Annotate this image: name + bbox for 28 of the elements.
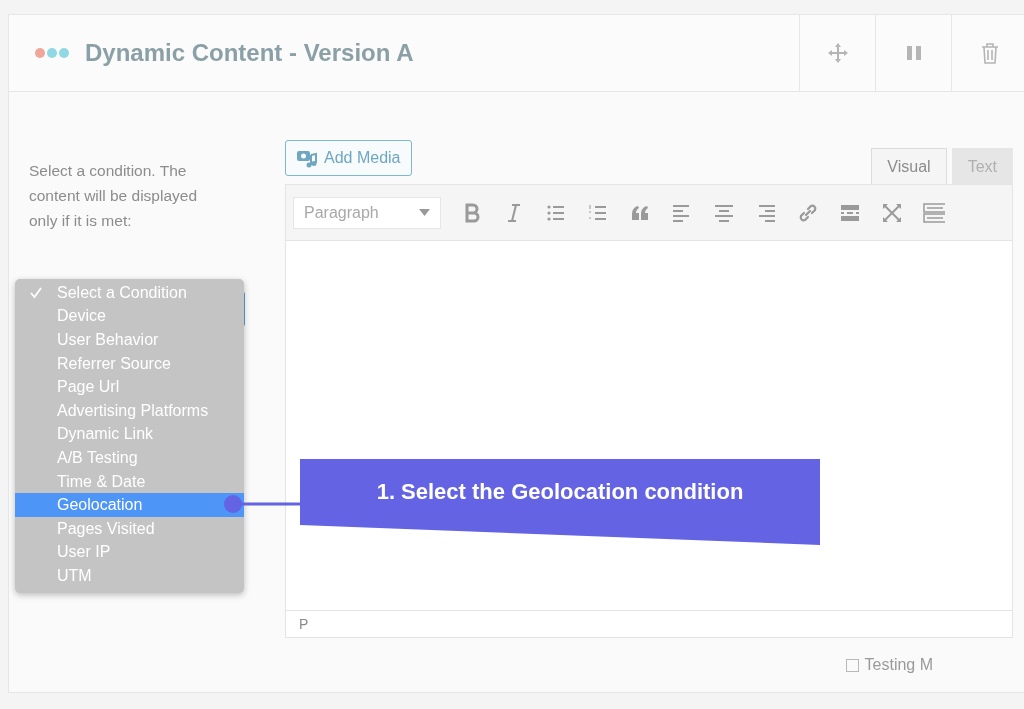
condition-option[interactable]: A/B Testing (15, 446, 244, 470)
condition-help-text: Select a condition. The content will be displayed only if it is met: (29, 161, 199, 231)
condition-option[interactable]: UTM (15, 564, 244, 588)
caret-icon (419, 209, 430, 216)
editor-tab[interactable]: Visual (871, 148, 947, 184)
callout-text: 1. Select the Geolocation condition (376, 479, 744, 505)
testing-mode-label: Testing M (864, 656, 933, 674)
check-icon (29, 285, 43, 300)
condition-option[interactable]: Advertising Platforms (15, 398, 244, 423)
block-title: Dynamic Content - Version A (85, 39, 415, 67)
condition-option[interactable]: User IP (15, 540, 244, 565)
fullscreen-icon[interactable] (881, 201, 903, 224)
condition-option[interactable]: Geolocation (15, 493, 244, 517)
condition-option[interactable]: Device (15, 304, 244, 329)
format-select[interactable]: Paragraph (293, 196, 441, 229)
condition-option[interactable]: Referrer Source (15, 351, 244, 376)
condition-option[interactable]: Dynamic Link (15, 422, 244, 447)
condition-option[interactable]: Pages Visited (15, 516, 244, 541)
condition-option[interactable]: Page Url (15, 375, 244, 399)
toolbar-toggle-icon[interactable] (923, 201, 945, 224)
dots-icon (35, 48, 69, 58)
testing-mode-checkbox[interactable] (845, 658, 859, 672)
condition-option[interactable]: User Behavior (15, 328, 244, 352)
element-path: P (285, 610, 1013, 638)
move-icon (826, 42, 849, 64)
add-media-button[interactable]: Add Media (285, 140, 412, 176)
condition-option[interactable]: Select a Condition (15, 281, 244, 305)
condition-option[interactable]: Time & Date (15, 469, 244, 494)
